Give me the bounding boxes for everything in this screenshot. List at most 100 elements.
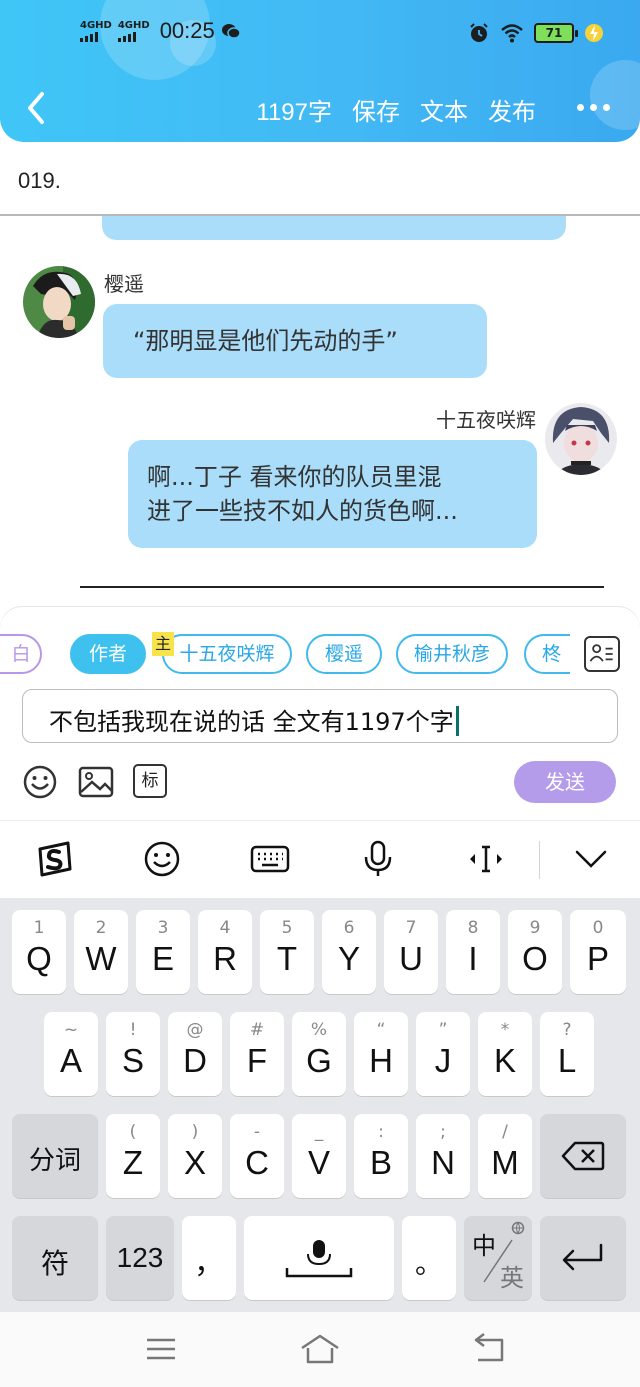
chip-bai[interactable]: 白	[0, 634, 42, 674]
key-k[interactable]: * K	[478, 1012, 532, 1096]
key-h[interactable]: “H	[354, 1012, 408, 1096]
keyboard-layout-icon[interactable]	[250, 839, 290, 879]
avatar-yingyao[interactable]	[23, 266, 95, 338]
message-bubble[interactable]: 啊...丁子 看来你的队员里混 进了一些技不如人的货色啊...	[128, 440, 537, 548]
key-comma[interactable]: ，	[182, 1216, 236, 1300]
decorative-bubble	[590, 60, 640, 130]
menu-icon[interactable]	[141, 1332, 181, 1366]
alarm-icon	[470, 23, 488, 42]
home-icon[interactable]	[300, 1332, 340, 1366]
message-bubble-partial[interactable]	[102, 216, 566, 240]
key-w[interactable]: 2W	[74, 910, 128, 994]
speaker-name: 十五夜咲辉	[436, 408, 536, 432]
key-x[interactable]: ) X	[168, 1114, 222, 1198]
emoji-keyboard-icon[interactable]	[142, 839, 182, 879]
key-lang-switch[interactable]: 中 英	[464, 1216, 532, 1300]
image-icon[interactable]	[78, 764, 114, 800]
role-chips[interactable]: 白 作者 十五夜咲辉 樱遥 榆井秋彦 柊 主	[0, 627, 570, 675]
sogou-logo-icon[interactable]	[34, 839, 74, 879]
keyboard: 1Q 2W 3E 4R 5T 6Y 7U 8I 9O 0P ~ A ! S @ D #…	[0, 898, 640, 1312]
battery-indicator: 71	[534, 23, 578, 43]
avatar-shiwuye[interactable]	[545, 403, 617, 475]
chip-yujing[interactable]: 榆井秋彦	[396, 634, 508, 674]
toolbar-divider	[539, 841, 540, 879]
key-y[interactable]: 6Y	[322, 910, 376, 994]
cursor-move-icon[interactable]	[466, 839, 506, 879]
word-count: 1197字	[256, 99, 332, 126]
text-button[interactable]: 文本	[420, 92, 468, 127]
key-e[interactable]: 3E	[136, 910, 190, 994]
collapse-keyboard-icon[interactable]	[571, 839, 611, 879]
role-list-icon[interactable]	[584, 636, 620, 672]
space-voice-icon	[285, 1240, 353, 1278]
wifi-icon	[501, 24, 523, 43]
system-nav-bar	[0, 1312, 640, 1387]
tag-button[interactable]: 标	[133, 764, 167, 798]
wechat-icon	[221, 24, 241, 39]
chip-shiwuye[interactable]: 十五夜咲辉	[162, 634, 292, 674]
charging-icon	[585, 24, 603, 42]
ime-toolbar	[0, 820, 640, 898]
chat-composer: 白 作者 十五夜咲辉 樱遥 榆井秋彦 柊 主 不包括我现在说的话 全文有1197…	[0, 607, 640, 820]
key-fenci[interactable]: 分词	[12, 1114, 98, 1198]
key-j[interactable]: ” J	[416, 1012, 470, 1096]
key-backspace[interactable]	[540, 1114, 626, 1198]
chip-partial[interactable]: 柊	[524, 634, 570, 674]
publish-button[interactable]: 发布	[488, 92, 536, 127]
key-z[interactable]: (Z	[106, 1114, 160, 1198]
header-actions: 1197字 保存 文本 发布	[256, 92, 536, 127]
key-symbols[interactable]: 符	[12, 1216, 98, 1300]
status-bar: 4GHD 4GHD 00:25 71	[0, 18, 640, 54]
key-f[interactable]: # F	[230, 1012, 284, 1096]
text-caret	[455, 706, 459, 736]
story-content[interactable]: 樱遥 “那明显是他们先动的手” 十五夜咲辉 啊...丁子 看来你的队员里混 进了…	[0, 216, 640, 608]
key-space[interactable]	[244, 1216, 394, 1300]
top-header: 4GHD 4GHD 00:25 71 1197字 保存 文本 发布	[0, 0, 640, 142]
clock: 00:25	[159, 18, 215, 43]
signal-icon-1: 4GHD	[80, 20, 112, 42]
enter-icon	[562, 1243, 603, 1271]
key-enter[interactable]	[540, 1216, 626, 1300]
key-t[interactable]: 5T	[260, 910, 314, 994]
input-value: 不包括我现在说的话 全文有1197个字	[49, 708, 454, 736]
key-q[interactable]: 1Q	[12, 910, 66, 994]
message-text-line: 啊...丁子 看来你的队员里混	[147, 463, 442, 491]
key-d[interactable]: @ D	[168, 1012, 222, 1096]
key-m[interactable]: / M	[478, 1114, 532, 1198]
message-input[interactable]: 不包括我现在说的话 全文有1197个字	[22, 689, 618, 743]
chip-author[interactable]: 作者	[70, 634, 146, 674]
chapter-title[interactable]: 019.	[18, 168, 61, 194]
voice-input-icon[interactable]	[358, 839, 398, 879]
key-n[interactable]: ; N	[416, 1114, 470, 1198]
key-u[interactable]: 7U	[384, 910, 438, 994]
key-c[interactable]: -C	[230, 1114, 284, 1198]
key-numbers[interactable]: 123	[106, 1216, 174, 1300]
owner-tag: 主	[152, 632, 174, 656]
emoji-icon[interactable]	[22, 764, 58, 800]
back-arrow-icon[interactable]	[22, 90, 52, 126]
backspace-icon	[561, 1141, 605, 1171]
chip-yingyao[interactable]: 樱遥	[306, 634, 382, 674]
save-button[interactable]: 保存	[352, 92, 400, 127]
message-text-line: 进了一些技不如人的货色啊...	[147, 497, 458, 525]
lang-slash-icon	[483, 1221, 525, 1283]
speaker-name: 樱遥	[104, 272, 144, 296]
key-a[interactable]: ~ A	[44, 1012, 98, 1096]
end-divider	[80, 586, 604, 588]
key-o[interactable]: 9O	[508, 910, 562, 994]
key-b[interactable]: :B	[354, 1114, 408, 1198]
key-r[interactable]: 4R	[198, 910, 252, 994]
more-options-icon[interactable]	[577, 104, 610, 111]
key-p[interactable]: 0P	[570, 910, 626, 994]
message-bubble[interactable]: “那明显是他们先动的手”	[103, 304, 487, 378]
key-v[interactable]: _ V	[292, 1114, 346, 1198]
message-text: “那明显是他们先动的手”	[133, 327, 398, 355]
back-nav-icon[interactable]	[468, 1332, 508, 1366]
send-button[interactable]: 发送	[514, 761, 616, 803]
signal-icon-2: 4GHD	[117, 20, 150, 42]
key-s[interactable]: ! S	[106, 1012, 160, 1096]
key-period[interactable]: 。	[402, 1216, 456, 1300]
key-g[interactable]: % G	[292, 1012, 346, 1096]
key-i[interactable]: 8I	[446, 910, 500, 994]
key-l[interactable]: ? L	[540, 1012, 594, 1096]
